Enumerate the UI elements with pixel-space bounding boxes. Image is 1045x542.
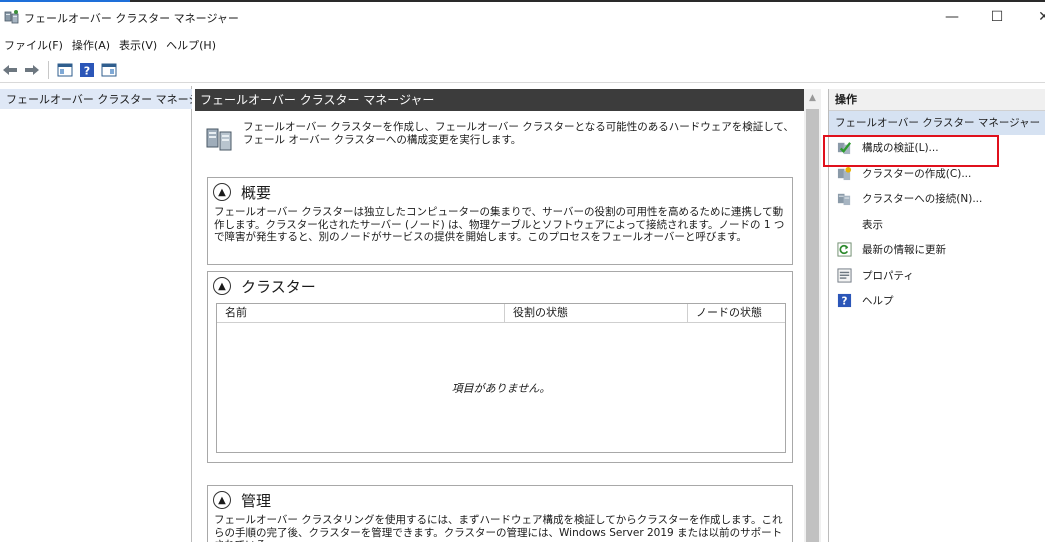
collapse-chevron-icon[interactable]: ▲ (213, 183, 231, 201)
action-refresh[interactable]: 最新の情報に更新 (829, 237, 1045, 263)
intro-text: フェールオーバー クラスターを作成し、フェールオーバー クラスターとなる可能性の… (243, 121, 794, 146)
action-label: ヘルプ (862, 295, 894, 308)
management-body: フェールオーバー クラスタリングを使用するには、まずハードウェア構成を検証してか… (214, 514, 783, 542)
menu-file[interactable]: ファイル(F) (4, 37, 63, 53)
console-tree-icon (57, 63, 73, 76)
actions-group-header[interactable]: フェールオーバー クラスター マネージャー (829, 111, 1045, 135)
column-header-node-status[interactable]: ノードの状態 (688, 304, 785, 322)
console-tree: フェールオーバー クラスター マネージャー (0, 86, 192, 542)
clusters-header[interactable]: ▲ クラスター (208, 272, 792, 300)
table-header: 名前 役割の状態 ノードの状態 (217, 304, 785, 323)
title-accent-border (0, 0, 130, 2)
action-label: 表示 (862, 218, 883, 231)
connect-cluster-icon (837, 191, 852, 206)
center-pane-header: フェールオーバー クラスター マネージャー (195, 89, 804, 111)
action-label: クラスターの作成(C)... (862, 167, 972, 180)
show-hide-console-tree-button[interactable] (55, 60, 75, 80)
svg-text:?: ? (84, 64, 90, 77)
scroll-up-arrow-icon[interactable]: ▲ (804, 91, 821, 106)
action-view[interactable]: 表示 (829, 212, 1045, 238)
cluster-servers-icon (206, 128, 232, 151)
action-connect-cluster[interactable]: クラスターへの接続(N)... (829, 186, 1045, 212)
create-cluster-icon (837, 166, 852, 181)
cluster-manager-icon (4, 10, 19, 24)
title-top-border (0, 0, 1045, 2)
tree-item-failover-cluster-manager[interactable]: フェールオーバー クラスター マネージャー (0, 89, 192, 109)
action-label: 構成の検証(L)... (862, 142, 939, 155)
overview-section: ▲ 概要 フェールオーバー クラスターは独立したコンピューターの集まりで、サーバ… (207, 177, 793, 265)
refresh-icon (837, 242, 852, 257)
clusters-table: 名前 役割の状態 ノードの状態 項目がありません。 (216, 303, 786, 453)
menu-help[interactable]: ヘルプ(H) (166, 37, 216, 53)
back-arrow-icon (3, 64, 17, 75)
center-pane: フェールオーバー クラスター マネージャー フェールオーバー クラスターを作成し… (195, 89, 804, 542)
action-create-cluster[interactable]: クラスターの作成(C)... (829, 161, 1045, 187)
tree-item-label: フェールオーバー クラスター マネージャー (6, 93, 192, 106)
action-validate-configuration[interactable]: 構成の検証(L)... (829, 135, 1045, 161)
action-pane-icon (101, 63, 117, 76)
minimize-button[interactable]: — (940, 6, 964, 28)
action-label: クラスターへの接続(N)... (862, 193, 983, 206)
title-bar: フェールオーバー クラスター マネージャー — ☐ ✕ (0, 0, 1045, 34)
management-title: 管理 (241, 491, 272, 510)
forward-button[interactable] (22, 60, 42, 80)
scrollbar-thumb[interactable] (806, 109, 819, 542)
toolbar: ? (0, 57, 1045, 83)
overview-title: 概要 (241, 183, 272, 202)
clusters-title: クラスター (241, 277, 316, 296)
properties-icon (837, 268, 852, 283)
show-hide-action-pane-button[interactable] (99, 60, 119, 80)
help-toolbar-button[interactable]: ? (77, 60, 97, 80)
window-title: フェールオーバー クラスター マネージャー (24, 12, 239, 25)
maximize-button[interactable]: ☐ (985, 6, 1009, 28)
action-properties[interactable]: プロパティ (829, 263, 1045, 289)
toolbar-separator (48, 60, 49, 79)
empty-table-message: 項目がありません。 (451, 382, 551, 395)
forward-arrow-icon (25, 64, 39, 75)
column-header-role-status[interactable]: 役割の状態 (505, 304, 688, 322)
blank-icon (837, 217, 852, 232)
menu-bar: ファイル(F) 操作(A) 表示(V) ヘルプ(H) (0, 35, 1045, 55)
action-label: 最新の情報に更新 (862, 244, 946, 257)
action-help[interactable]: ? ヘルプ (829, 288, 1045, 314)
validate-icon (837, 140, 852, 155)
menu-action[interactable]: 操作(A) (72, 37, 110, 53)
collapse-chevron-icon[interactable]: ▲ (213, 277, 231, 295)
action-label: プロパティ (862, 269, 914, 282)
management-header[interactable]: ▲ 管理 (208, 486, 792, 514)
svg-text:?: ? (842, 296, 848, 308)
actions-pane: 操作 フェールオーバー クラスター マネージャー 構成の検証(L)... クラス… (823, 89, 1045, 542)
overview-body: フェールオーバー クラスターは独立したコンピューターの集まりで、サーバーの役割の… (214, 206, 785, 243)
help-icon: ? (837, 293, 852, 308)
overview-header[interactable]: ▲ 概要 (208, 178, 792, 206)
help-icon: ? (80, 62, 94, 77)
column-header-name[interactable]: 名前 (217, 304, 505, 322)
actions-pane-title: 操作 (829, 89, 1045, 111)
center-scrollbar[interactable]: ▲ (804, 89, 821, 542)
management-section: ▲ 管理 フェールオーバー クラスタリングを使用するには、まずハードウェア構成を… (207, 485, 793, 542)
clusters-section: ▲ クラスター 名前 役割の状態 ノードの状態 項目がありません。 (207, 271, 793, 463)
menu-view[interactable]: 表示(V) (119, 37, 157, 53)
back-button[interactable] (0, 60, 20, 80)
close-button[interactable]: ✕ (1032, 6, 1045, 28)
collapse-chevron-icon[interactable]: ▲ (213, 491, 231, 509)
